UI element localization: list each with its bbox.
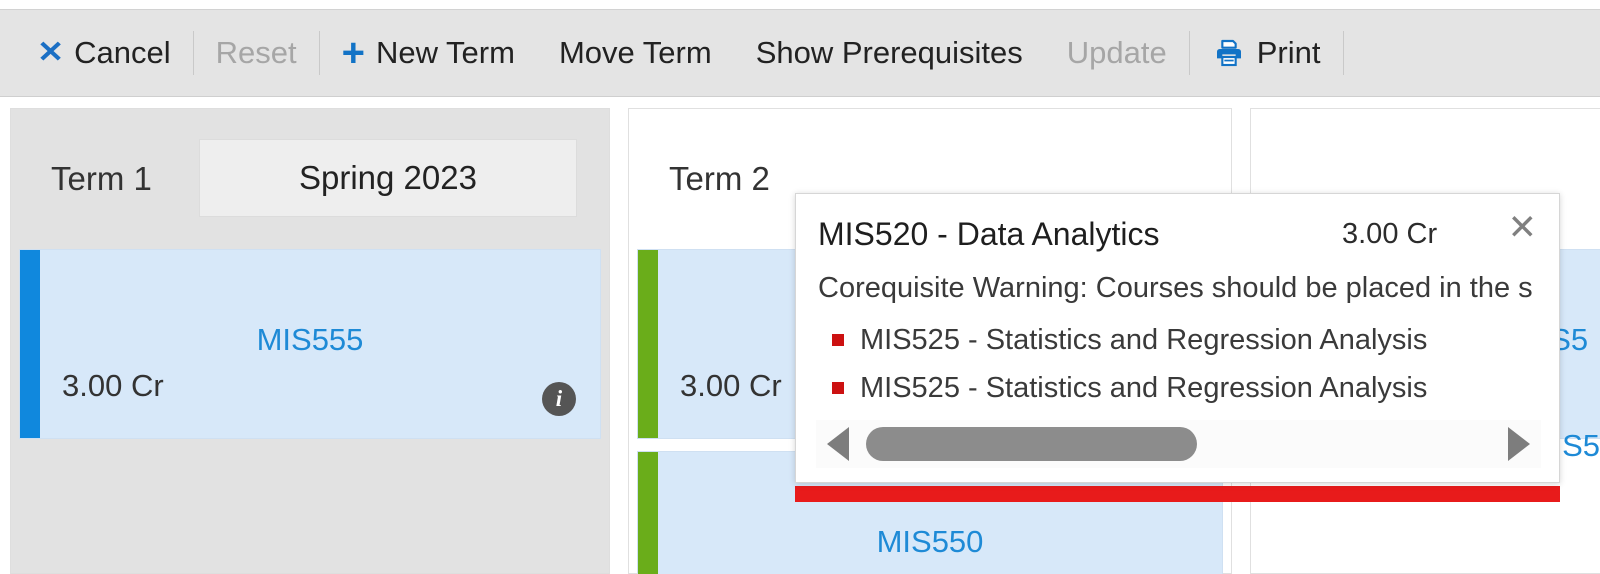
move-term-button-label: Move Term bbox=[558, 35, 712, 70]
scrollbar-track[interactable] bbox=[866, 427, 1491, 461]
term-1-season-select[interactable]: Spring 2023 bbox=[199, 139, 577, 217]
show-prerequisites-button[interactable]: Show Prerequisites bbox=[734, 10, 1045, 96]
cancel-button-label: Cancel bbox=[74, 35, 171, 70]
course-card-mis555[interactable]: MIS555 3.00 Cr i bbox=[19, 249, 601, 439]
print-button[interactable]: Print bbox=[1190, 10, 1343, 96]
cancel-button[interactable]: ✕ Cancel bbox=[0, 10, 193, 96]
course-credits: 3.00 Cr bbox=[680, 368, 782, 403]
printer-icon bbox=[1212, 37, 1246, 69]
popup-course-title: MIS520 - Data Analytics bbox=[818, 216, 1160, 252]
reset-button-label: Reset bbox=[215, 35, 297, 70]
term-column-1: Term 1 Spring 2023 MIS555 3.00 Cr i bbox=[10, 108, 610, 574]
course-detail-popup: MIS520 - Data Analytics 3.00 Cr ✕ Corequ… bbox=[795, 193, 1560, 483]
toolbar-separator bbox=[1342, 31, 1344, 75]
planner-grid: Term 1 Spring 2023 MIS555 3.00 Cr i Term… bbox=[0, 98, 1600, 574]
close-icon[interactable]: ✕ bbox=[1508, 210, 1537, 245]
corequisite-list: MIS525 - Statistics and Regression Analy… bbox=[832, 316, 1427, 412]
new-term-button-label: New Term bbox=[375, 35, 515, 70]
term-1-season-value: Spring 2023 bbox=[299, 159, 477, 196]
term-1-header: Term 1 Spring 2023 bbox=[11, 109, 609, 249]
show-prerequisites-button-label: Show Prerequisites bbox=[755, 35, 1023, 70]
move-term-button[interactable]: Move Term bbox=[537, 10, 734, 96]
reset-button[interactable]: Reset bbox=[194, 10, 319, 96]
popup-course-credits: 3.00 Cr bbox=[1342, 218, 1438, 250]
main-toolbar: ✕ Cancel Reset + New Term Move Term Show… bbox=[0, 9, 1600, 97]
popup-horizontal-scrollbar[interactable] bbox=[816, 420, 1541, 468]
plus-icon: + bbox=[341, 31, 365, 75]
corequisite-label: MIS525 - Statistics and Regression Analy… bbox=[860, 371, 1428, 404]
course-code: MIS550 bbox=[876, 524, 984, 559]
scroll-left-button[interactable] bbox=[816, 420, 860, 468]
scroll-right-button[interactable] bbox=[1497, 420, 1541, 468]
term-2-label: Term 2 bbox=[669, 160, 770, 197]
popup-header: MIS520 - Data Analytics 3.00 Cr ✕ bbox=[796, 194, 1559, 268]
course-credits: 3.00 Cr bbox=[62, 368, 164, 403]
info-icon[interactable]: i bbox=[542, 382, 576, 416]
course-planner-app: ✕ Cancel Reset + New Term Move Term Show… bbox=[0, 0, 1600, 574]
bullet-square-icon bbox=[832, 382, 844, 394]
update-button[interactable]: Update bbox=[1045, 10, 1189, 96]
corequisite-label: MIS525 - Statistics and Regression Analy… bbox=[860, 323, 1428, 356]
list-item: MIS525 - Statistics and Regression Analy… bbox=[832, 364, 1427, 412]
list-item: MIS525 - Statistics and Regression Analy… bbox=[832, 316, 1427, 364]
course-code: MIS555 bbox=[256, 322, 364, 357]
term-1-label: Term 1 bbox=[51, 160, 152, 197]
close-x-icon: ✕ bbox=[36, 36, 65, 69]
triangle-left-icon bbox=[827, 427, 849, 461]
print-button-label: Print bbox=[1256, 35, 1321, 70]
bullet-square-icon bbox=[832, 334, 844, 346]
update-button-label: Update bbox=[1066, 35, 1167, 70]
corequisite-link-bar bbox=[795, 486, 1560, 502]
popup-warning-text: Corequisite Warning: Courses should be p… bbox=[818, 272, 1533, 304]
scrollbar-thumb[interactable] bbox=[866, 427, 1198, 461]
new-term-button[interactable]: + New Term bbox=[320, 10, 537, 96]
triangle-right-icon bbox=[1508, 427, 1530, 461]
